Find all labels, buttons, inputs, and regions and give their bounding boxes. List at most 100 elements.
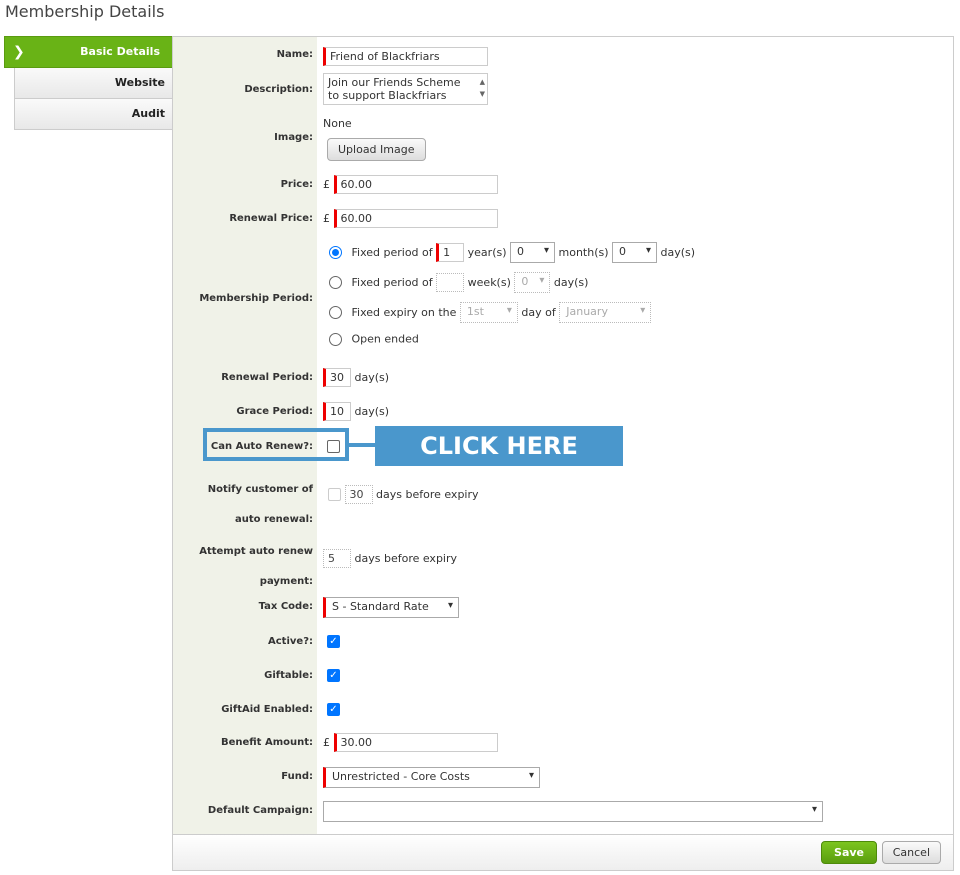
days-value: 0 (619, 245, 627, 258)
chevron-down-icon: ▾ (447, 600, 453, 611)
months-select[interactable]: 0 ▾ (510, 242, 556, 263)
weeks-unit: week(s) (467, 276, 511, 289)
scroll-up-icon: ▲ (479, 78, 485, 86)
giftaid-label: GiftAid Enabled: (221, 704, 313, 715)
default-campaign-label: Default Campaign: (207, 805, 313, 816)
save-button[interactable]: Save (821, 841, 877, 864)
tab-website[interactable]: Website (14, 68, 174, 99)
fund-select[interactable]: Unrestricted - Core Costs ▾ (323, 767, 540, 788)
upload-image-button[interactable]: Upload Image (327, 138, 426, 161)
benefit-amount-label: Benefit Amount: (220, 737, 313, 748)
years-unit: year(s) (467, 246, 507, 259)
renewal-period-unit: day(s) (354, 371, 390, 384)
tax-code-select[interactable]: S - Standard Rate ▾ (323, 597, 459, 618)
description-line: to support Blackfriars (328, 89, 447, 102)
weeks-days-value: 0 (521, 275, 529, 288)
active-checkbox[interactable]: ✓ (327, 634, 340, 648)
name-input[interactable]: Friend of Blackfriars (323, 47, 488, 66)
scroll-down-icon: ▼ (479, 90, 485, 98)
active-label: Active?: (268, 636, 313, 647)
giftable-label: Giftable: (264, 670, 313, 681)
renewal-period-label: Renewal Period: (221, 372, 313, 383)
giftaid-checkbox[interactable]: ✓ (327, 702, 340, 716)
image-label: Image: (274, 132, 313, 143)
attempt-label-line: Attempt auto renew (199, 546, 313, 557)
months-value: 0 (517, 245, 525, 258)
weeks-days-unit: day(s) (553, 276, 589, 289)
open-ended-text: Open ended (351, 332, 419, 346)
tax-code-value: S - Standard Rate (332, 600, 429, 613)
fixed-weeks-text: Fixed period of (351, 276, 433, 289)
notify-label-line: Notify customer of (207, 484, 313, 495)
description-label: Description: (244, 84, 313, 95)
chevron-down-icon: ▾ (543, 245, 550, 256)
membership-period-label: Membership Period: (199, 293, 313, 304)
chevron-down-icon: ▾ (506, 305, 512, 316)
annotation-click-here: CLICK HERE (375, 426, 623, 466)
currency-symbol: £ (323, 736, 330, 749)
chevron-down-icon: ▾ (646, 245, 652, 256)
grace-period-label: Grace Period: (236, 406, 313, 417)
attempt-label: Attempt auto renew payment: (173, 537, 313, 597)
grace-period-input[interactable]: 10 (323, 402, 351, 421)
benefit-amount-input[interactable]: 30.00 (333, 733, 498, 752)
renewal-period-input[interactable]: 30 (323, 368, 351, 387)
fund-value: Unrestricted - Core Costs (332, 770, 470, 783)
weeks-input[interactable] (436, 273, 465, 292)
fund-label: Fund: (281, 771, 313, 782)
default-campaign-select[interactable]: ▾ (323, 801, 823, 822)
notify-checkbox[interactable] (328, 488, 341, 501)
tab-label: Basic Details (80, 45, 160, 58)
notify-days-input[interactable]: 30 (344, 485, 373, 504)
description-textarea[interactable]: Join our Friends Scheme to support Black… (323, 73, 488, 105)
attempt-suffix: days before expiry (354, 552, 458, 565)
chevron-down-icon: ▾ (528, 770, 534, 781)
day-of-text: day of (521, 306, 556, 319)
fixed-period-text: Fixed period of (351, 246, 433, 259)
notify-label-line: auto renewal: (234, 514, 313, 525)
chevron-right-icon: ❯ (13, 44, 25, 60)
fixed-period-radio[interactable] (329, 246, 342, 259)
fixed-weeks-radio[interactable] (329, 276, 342, 289)
grace-period-unit: day(s) (354, 405, 390, 418)
price-input[interactable]: 60.00 (333, 175, 498, 194)
price-label: Price: (280, 179, 313, 190)
chevron-down-icon: ▾ (640, 305, 646, 316)
page-title: Membership Details (5, 2, 165, 21)
expiry-day-select[interactable]: 1st ▾ (459, 302, 518, 323)
chevron-down-icon: ▾ (811, 804, 817, 815)
giftable-checkbox[interactable]: ✓ (327, 668, 340, 682)
tab-basic-details[interactable]: ❯ Basic Details (4, 36, 185, 68)
form-footer: Save Cancel (173, 834, 953, 870)
attempt-label-line: payment: (259, 576, 313, 587)
fixed-expiry-radio[interactable] (329, 306, 342, 319)
days-unit: day(s) (660, 246, 696, 259)
annotation-connector (349, 443, 377, 447)
image-value: None (323, 117, 352, 130)
tab-audit[interactable]: Audit (14, 99, 174, 130)
expiry-day-value: 1st (466, 305, 484, 318)
expiry-month-value: January (566, 305, 608, 318)
currency-symbol: £ (323, 212, 330, 225)
name-label: Name: (276, 49, 313, 60)
renewal-price-label: Renewal Price: (229, 213, 313, 224)
years-input[interactable]: 1 (436, 243, 465, 262)
chevron-down-icon: ▾ (539, 275, 545, 286)
tab-list: ❯ Basic Details Website Audit (4, 36, 185, 130)
notify-suffix: days before expiry (376, 488, 479, 501)
renewal-price-input[interactable]: 60.00 (333, 209, 498, 228)
currency-symbol: £ (323, 178, 330, 191)
attempt-days-input[interactable]: 5 (323, 549, 351, 568)
days-select[interactable]: 0 ▾ (612, 242, 658, 263)
description-line: Join our Friends Scheme (328, 76, 461, 89)
notify-label: Notify customer of auto renewal: (173, 475, 313, 535)
annotation-highlight-box (203, 428, 349, 461)
months-unit: month(s) (558, 246, 609, 259)
open-ended-radio[interactable] (329, 332, 342, 346)
tax-code-label: Tax Code: (258, 601, 313, 612)
scrollbar[interactable]: ▲ ▼ (480, 76, 485, 100)
cancel-button[interactable]: Cancel (881, 841, 941, 864)
expiry-month-select[interactable]: January ▾ (559, 302, 652, 323)
fixed-expiry-text: Fixed expiry on the (351, 306, 457, 319)
weeks-days-select[interactable]: 0 ▾ (514, 272, 551, 293)
